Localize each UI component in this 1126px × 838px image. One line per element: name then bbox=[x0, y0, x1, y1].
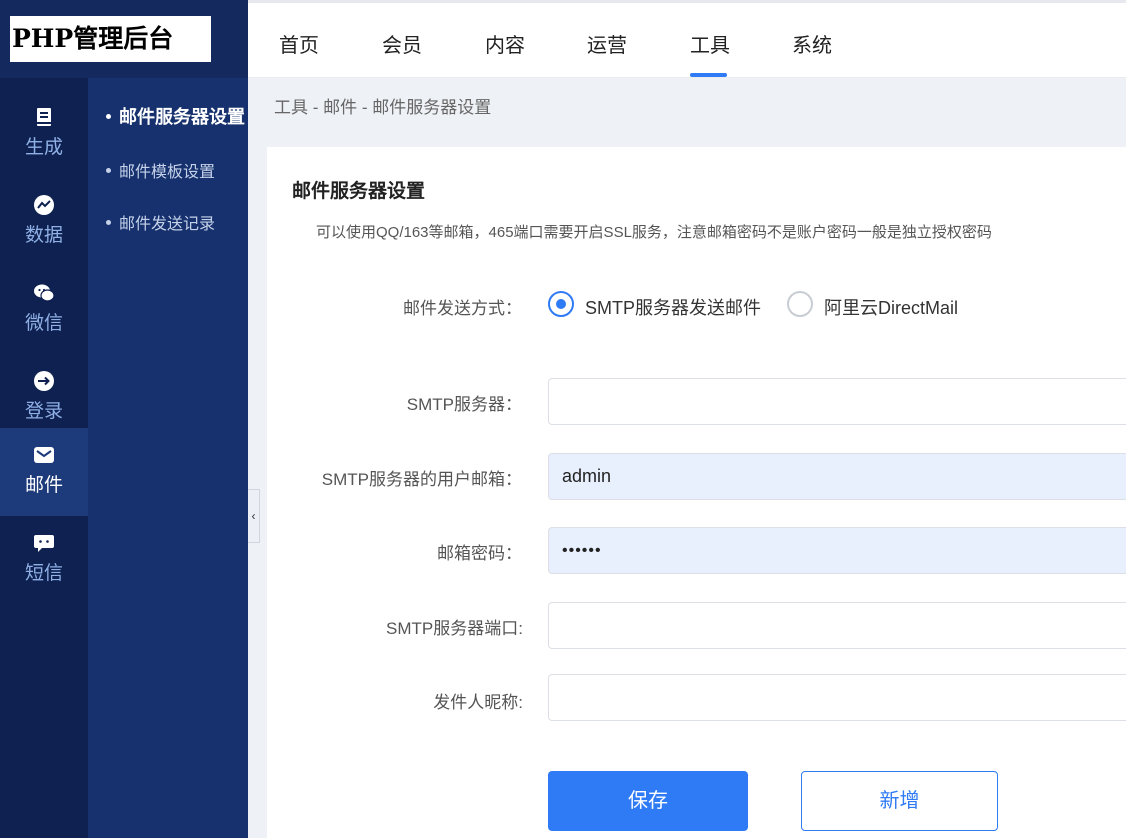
add-button[interactable]: 新增 bbox=[801, 771, 998, 831]
submenu-label: 邮件模板设置 bbox=[119, 164, 216, 181]
rail-item-generate[interactable]: 生成 bbox=[0, 90, 88, 178]
nav-item-content[interactable]: 内容 bbox=[485, 29, 525, 58]
nav-item-system[interactable]: 系统 bbox=[792, 29, 832, 58]
mail-icon bbox=[34, 447, 54, 463]
rail-label: 邮件 bbox=[24, 475, 63, 496]
radio-unchecked-icon bbox=[787, 291, 813, 317]
rail-label: 登录 bbox=[24, 401, 63, 422]
page-description: 可以使用QQ/163等邮箱，465端口需要开启SSL服务，注意邮箱密码不是账户密… bbox=[316, 224, 992, 241]
chart-icon bbox=[34, 195, 54, 215]
save-button[interactable]: 保存 bbox=[548, 771, 748, 831]
bullet-icon bbox=[106, 168, 111, 174]
sms-icon bbox=[34, 535, 54, 552]
password-label: 邮箱密码： bbox=[437, 544, 522, 563]
submenu-label: 邮件服务器设置 bbox=[119, 107, 245, 127]
logo-area: PHP管理后台 bbox=[0, 0, 248, 78]
submenu-item-server-settings[interactable]: 邮件服务器设置 bbox=[106, 103, 245, 129]
nav-item-tools[interactable]: 工具 bbox=[690, 29, 730, 58]
submenu-panel: 邮件服务器设置 邮件模板设置 邮件发送记录 bbox=[88, 78, 248, 838]
page-title: 邮件服务器设置 bbox=[292, 181, 426, 202]
nav-item-members[interactable]: 会员 bbox=[382, 29, 422, 58]
collapse-sidebar-button[interactable]: ‹ bbox=[248, 489, 260, 543]
sender-name-label: 发件人昵称: bbox=[433, 693, 523, 712]
breadcrumb: 工具 - 邮件 - 邮件服务器设置 bbox=[274, 98, 492, 117]
rail-label: 微信 bbox=[24, 313, 63, 334]
radio-label: SMTP服务器发送邮件 bbox=[585, 298, 762, 318]
rail-item-wechat[interactable]: 微信 bbox=[0, 266, 88, 354]
rail-item-mail[interactable]: 邮件 bbox=[0, 428, 88, 516]
bullet-icon bbox=[106, 220, 111, 226]
sender-name-input[interactable] bbox=[548, 674, 1126, 721]
submenu-label: 邮件发送记录 bbox=[119, 216, 216, 233]
login-arrow-icon bbox=[34, 371, 54, 391]
rail-label: 生成 bbox=[24, 137, 63, 158]
smtp-user-input[interactable]: admin bbox=[548, 453, 1126, 500]
smtp-server-label: SMTP服务器： bbox=[406, 395, 522, 414]
radio-label: 阿里云DirectMail bbox=[824, 298, 959, 318]
rail-label: 数据 bbox=[24, 225, 63, 246]
rail-label: 短信 bbox=[24, 563, 63, 584]
rail-item-data[interactable]: 数据 bbox=[0, 178, 88, 266]
top-nav: 首页 会员 内容 运营 工具 系统 bbox=[248, 0, 1126, 78]
wechat-icon bbox=[34, 284, 55, 302]
send-method-label: 邮件发送方式： bbox=[403, 299, 522, 318]
chevron-left-icon: ‹ bbox=[251, 509, 256, 523]
document-icon bbox=[37, 108, 51, 126]
nav-item-home[interactable]: 首页 bbox=[279, 29, 319, 58]
smtp-server-input[interactable] bbox=[548, 378, 1126, 425]
port-label: SMTP服务器端口: bbox=[386, 619, 523, 638]
password-input[interactable]: •••••• bbox=[548, 527, 1126, 574]
submenu-item-template-settings[interactable]: 邮件模板设置 bbox=[106, 158, 215, 182]
active-tab-indicator bbox=[690, 73, 727, 77]
smtp-port-input[interactable] bbox=[548, 602, 1126, 649]
smtp-user-label: SMTP服务器的用户邮箱： bbox=[321, 470, 522, 489]
app-logo: PHP管理后台 bbox=[10, 16, 211, 62]
nav-item-operations[interactable]: 运营 bbox=[587, 29, 627, 58]
submenu-item-send-log[interactable]: 邮件发送记录 bbox=[106, 210, 215, 234]
bullet-icon bbox=[106, 113, 111, 119]
radio-checked-icon bbox=[548, 291, 574, 317]
rail-item-sms[interactable]: 短信 bbox=[0, 516, 88, 604]
